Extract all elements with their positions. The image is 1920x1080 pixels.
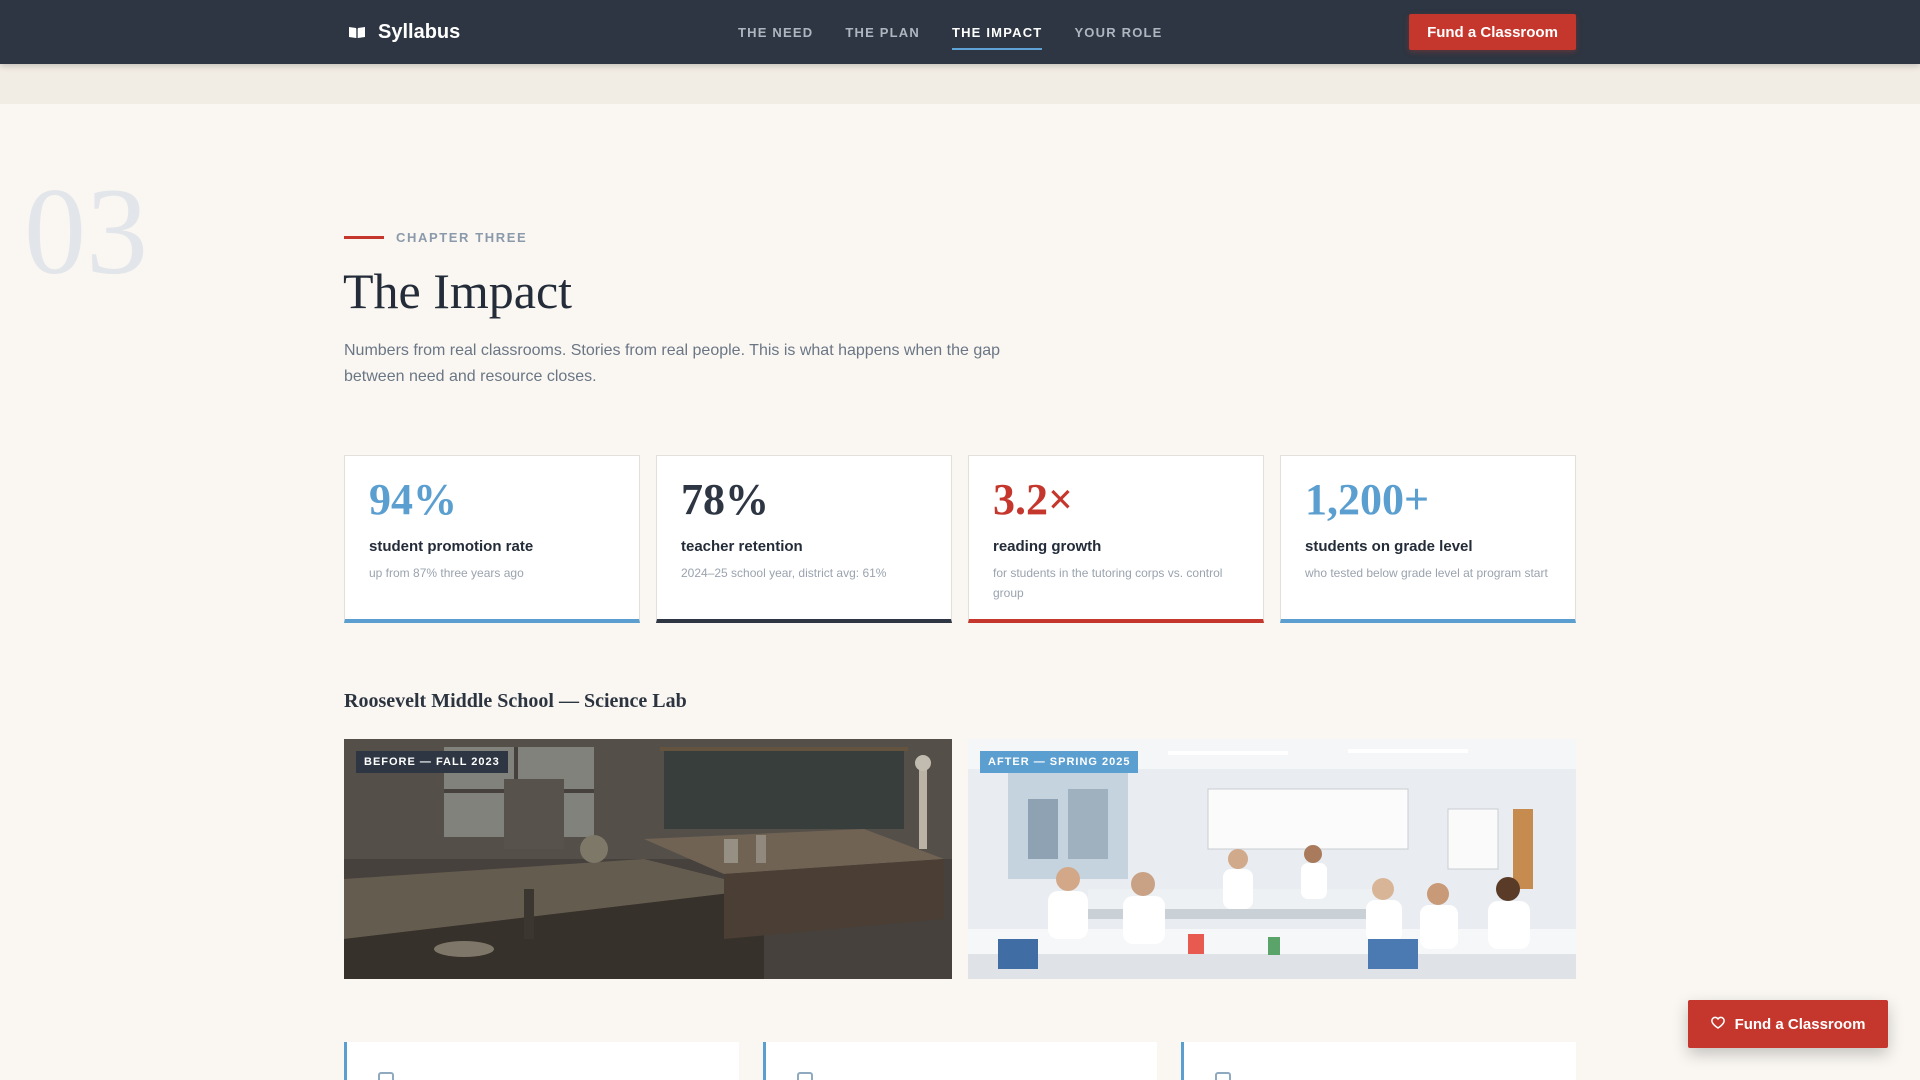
eyebrow-text: CHAPTER THREE — [396, 230, 528, 245]
stat-note: who tested below grade level at program … — [1305, 566, 1548, 580]
stat-value: 78% — [681, 475, 769, 524]
stat-note: for students in the tutoring corps vs. c… — [993, 566, 1223, 600]
brand-name: Syllabus — [378, 20, 461, 43]
stat-value: 1,200+ — [1305, 475, 1430, 524]
stat-note: 2024–25 school year, district avg: 61% — [681, 566, 887, 580]
stat-value: 94% — [369, 475, 457, 524]
chapter-number: 03 — [24, 163, 148, 300]
nav-link-the-need[interactable]: THE NEED — [738, 21, 813, 44]
stat-value: 3.2× — [993, 475, 1074, 524]
stat-note: up from 87% three years ago — [369, 566, 524, 580]
after-photo: AFTER — SPRING 2025 — [968, 739, 1576, 979]
floating-cta-label: Fund a Classroom — [1734, 1015, 1866, 1033]
stat-card-reading: 3.2× reading growth for students in the … — [968, 455, 1264, 623]
testimonial-card — [344, 1042, 739, 1080]
quote-icon — [796, 1072, 813, 1080]
stat-card-promotion: 94% student promotion rate up from 87% t… — [344, 455, 640, 623]
book-icon — [348, 25, 366, 39]
brand-logo[interactable]: Syllabus — [348, 18, 460, 46]
quote-icon — [378, 1072, 394, 1080]
before-tag: BEFORE — FALL 2023 — [356, 751, 508, 773]
stat-card-retention: 78% teacher retention 2024–25 school yea… — [656, 455, 952, 623]
header-band — [0, 64, 1920, 104]
main-nav: THE NEED THE PLAN THE IMPACT YOUR ROLE — [738, 0, 1163, 64]
stat-label: student promotion rate — [369, 538, 534, 555]
chapter-lede: Numbers from real classrooms. Stories fr… — [344, 342, 1001, 385]
stat-card-grade-level: 1,200+ students on grade level who teste… — [1280, 455, 1576, 623]
fund-classroom-button[interactable]: Fund a Classroom — [1409, 14, 1576, 50]
nav-link-the-plan[interactable]: THE PLAN — [845, 21, 920, 44]
top-nav-bar: Syllabus THE NEED THE PLAN THE IMPACT YO… — [0, 0, 1920, 64]
testimonial-card — [762, 1042, 1158, 1080]
stat-label: teacher retention — [681, 538, 803, 555]
heart-icon — [1710, 1016, 1725, 1033]
floating-fund-classroom-button[interactable]: Fund a Classroom — [1688, 1000, 1888, 1048]
stats-row: 94% student promotion rate up from 87% t… — [344, 455, 1576, 623]
testimonial-row — [344, 1042, 1577, 1080]
before-photo: BEFORE — FALL 2023 — [344, 739, 952, 979]
after-tag: AFTER — SPRING 2025 — [980, 751, 1139, 773]
gallery-title: Roosevelt Middle School — Science Lab — [344, 690, 687, 712]
quote-icon — [1215, 1072, 1232, 1080]
nav-link-your-role[interactable]: YOUR ROLE — [1074, 21, 1162, 44]
page-title: The Impact — [343, 263, 573, 319]
testimonial-card — [1181, 1042, 1577, 1080]
stat-label: reading growth — [993, 538, 1102, 555]
stat-label: students on grade level — [1305, 538, 1473, 555]
eyebrow-rule — [344, 236, 384, 239]
chapter-eyebrow: CHAPTER THREE — [344, 230, 527, 245]
nav-link-the-impact[interactable]: THE IMPACT — [951, 21, 1043, 50]
